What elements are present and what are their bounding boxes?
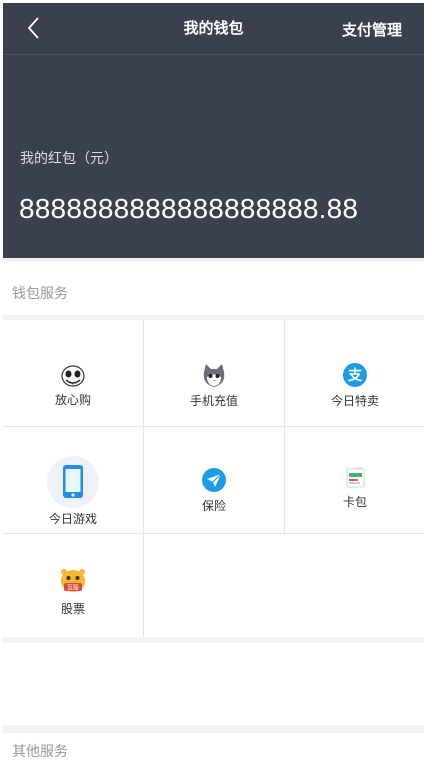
grid-line xyxy=(3,533,424,534)
stock-mascot-icon: 互股 xyxy=(61,569,85,592)
service-label: 手机充值 xyxy=(189,394,238,408)
balance-panel: 我的红包（元） 8888888888888888888.88 xyxy=(3,55,424,258)
service-label: 股票 xyxy=(60,602,85,616)
wallet-page: 我的钱包 支付管理 我的红包（元） 8888888888888888888.88… xyxy=(0,0,426,765)
phone-icon xyxy=(47,456,99,508)
stock-badge-text: 互股 xyxy=(67,585,79,592)
service-card-pack[interactable]: 卡包 xyxy=(285,427,424,533)
divider xyxy=(3,258,424,261)
app-frame: 我的钱包 支付管理 我的红包（元） 8888888888888888888.88… xyxy=(3,3,424,765)
service-label: 今日游戏 xyxy=(48,512,97,526)
other-services-title: 其他服务 xyxy=(12,744,68,760)
service-mobile-recharge[interactable]: 手机充值 xyxy=(144,320,284,426)
paper-plane-icon xyxy=(202,468,226,492)
service-insurance[interactable]: 保险 xyxy=(144,427,284,533)
cat-mascot-icon xyxy=(203,364,225,387)
service-label: 放心购 xyxy=(54,393,91,407)
wallet-services-title: 钱包服务 xyxy=(12,286,68,302)
top-bar: 我的钱包 支付管理 xyxy=(3,3,424,55)
card-pack-icon xyxy=(345,466,366,489)
payment-management-button[interactable]: 支付管理 xyxy=(342,19,402,40)
service-label: 今日特卖 xyxy=(330,394,379,408)
grid-line xyxy=(284,320,285,533)
grid-line xyxy=(143,320,144,640)
service-label: 保险 xyxy=(201,499,226,513)
service-today-games[interactable]: 今日游戏 xyxy=(3,427,143,533)
service-fangxingou[interactable]: 放心购 xyxy=(3,320,143,426)
balance-label: 我的红包（元） xyxy=(20,151,118,167)
grid-line xyxy=(3,426,424,427)
svg-text:支: 支 xyxy=(347,367,363,384)
service-stocks[interactable]: 互股 股票 xyxy=(3,534,143,640)
skull-mascot-icon xyxy=(61,365,85,387)
divider xyxy=(3,637,424,643)
balance-amount: 8888888888888888888.88 xyxy=(19,193,359,224)
service-label: 卡包 xyxy=(342,495,367,509)
alipay-icon: 支 xyxy=(343,363,367,387)
divider xyxy=(3,725,424,733)
service-today-sale[interactable]: 支 今日特卖 xyxy=(285,320,424,426)
